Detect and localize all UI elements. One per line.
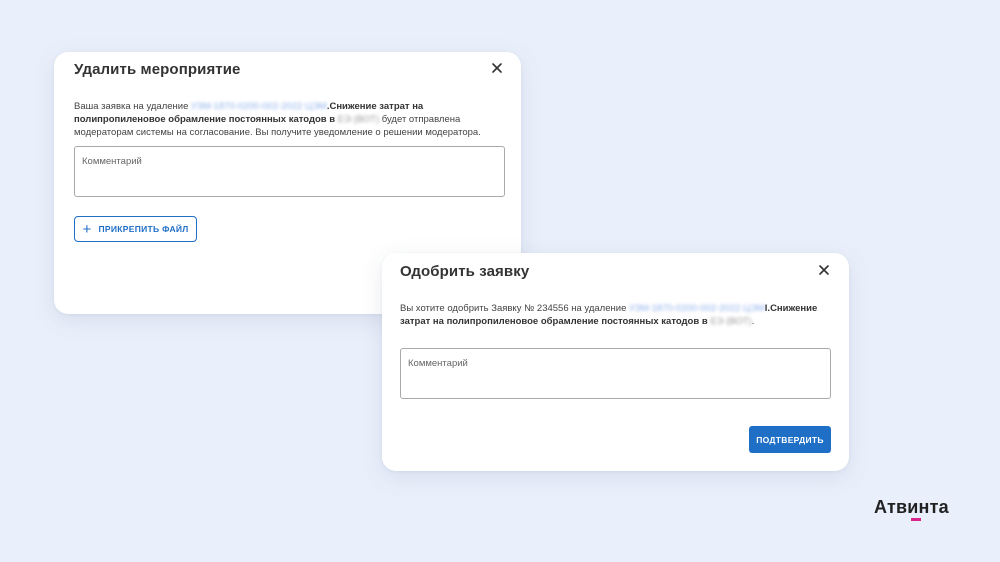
dialog-message: Ваша заявка на удаление УЗМ-1870-0200-00… (74, 100, 502, 139)
close-icon[interactable] (817, 263, 831, 277)
attach-file-label: ПРИКРЕПИТЬ ФАЙЛ (98, 224, 189, 234)
comment-field[interactable]: Комментарий (400, 348, 831, 399)
plus-icon: + (82, 220, 92, 238)
organization-name: ЕЭ (ВОТ) (337, 114, 380, 125)
dialog-title: Удалить мероприятие (74, 61, 241, 78)
confirm-button[interactable]: ПОДТВЕРДИТЬ (749, 426, 831, 453)
organization-name: ЕЭ (ВОТ) (710, 316, 752, 327)
comment-placeholder: Комментарий (408, 358, 468, 369)
attach-file-button[interactable]: + ПРИКРЕПИТЬ ФАЙЛ (74, 216, 197, 242)
approve-request-dialog: Одобрить заявку Вы хотите одобрить Заявк… (382, 253, 849, 471)
event-code-link[interactable]: УЗМ-1870-0200-002-2022 ЦЭМ (191, 101, 327, 112)
close-icon[interactable] (490, 61, 504, 75)
brand-logo: Атвинта (874, 497, 949, 517)
event-code-link[interactable]: УЗМ-1870-0200-002-2022 ЦЭМ (629, 303, 765, 314)
message-suffix: . (751, 316, 755, 327)
dialog-title: Одобрить заявку (400, 263, 530, 280)
dialog-message: Вы хотите одобрить Заявку № 234556 на уд… (400, 302, 832, 328)
logo-accent-underline (911, 518, 921, 521)
comment-field[interactable]: Комментарий (74, 146, 505, 197)
message-prefix: Вы хотите одобрить Заявку № 234556 на уд… (400, 303, 629, 314)
message-prefix: Ваша заявка на удаление (74, 101, 192, 112)
comment-placeholder: Комментарий (82, 156, 142, 167)
